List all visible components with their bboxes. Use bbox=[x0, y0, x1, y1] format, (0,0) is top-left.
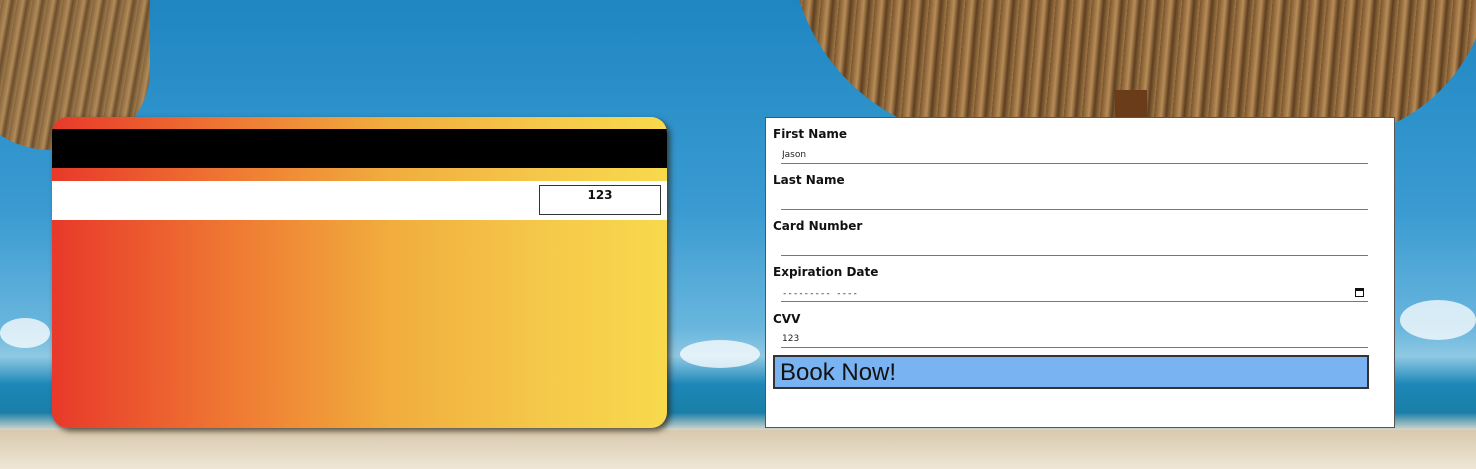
booking-page: 123 First Name Last Name Card Number Exp… bbox=[0, 0, 1476, 469]
first-name-label: First Name bbox=[773, 127, 848, 141]
first-name-input[interactable] bbox=[781, 146, 1368, 164]
card-number-input[interactable] bbox=[781, 238, 1368, 256]
last-name-input[interactable] bbox=[781, 192, 1368, 210]
magnetic-stripe bbox=[52, 129, 667, 168]
booking-form: First Name Last Name Card Number Expirat… bbox=[765, 117, 1395, 428]
card-back-preview: 123 bbox=[52, 117, 667, 428]
background-cloud bbox=[680, 340, 760, 368]
cvv-label: CVV bbox=[773, 312, 801, 326]
background-sand bbox=[0, 430, 1476, 469]
expiration-date-label: Expiration Date bbox=[773, 265, 879, 279]
calendar-icon[interactable] bbox=[1355, 288, 1364, 297]
expiration-date-input[interactable]: --------- ---- bbox=[781, 284, 1368, 302]
card-cvv-display: 123 bbox=[539, 185, 661, 215]
card-number-label: Card Number bbox=[773, 219, 863, 233]
last-name-label: Last Name bbox=[773, 173, 845, 187]
expiration-date-placeholder: --------- ---- bbox=[782, 289, 858, 299]
cvv-input[interactable] bbox=[781, 330, 1368, 348]
signature-strip: 123 bbox=[52, 181, 667, 220]
book-now-button[interactable]: Book Now! bbox=[773, 355, 1369, 389]
background-cloud bbox=[1400, 300, 1476, 340]
background-cloud bbox=[0, 318, 50, 348]
